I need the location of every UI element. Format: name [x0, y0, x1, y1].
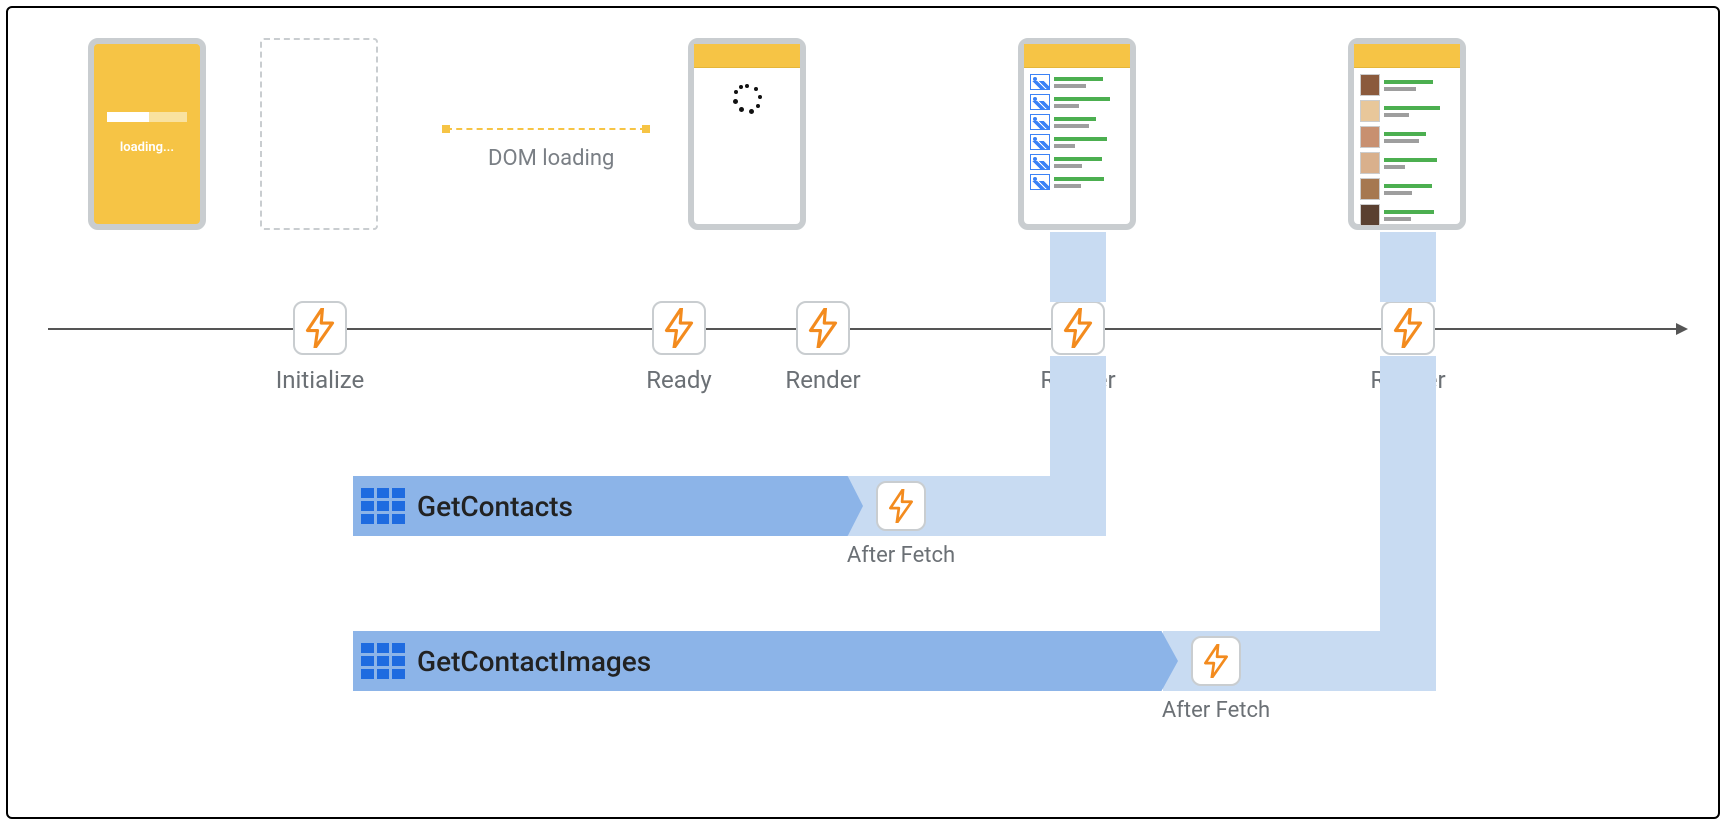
- phone-header: [1024, 44, 1130, 68]
- image-placeholder-icon: [1030, 114, 1050, 130]
- event-label: Render: [785, 366, 860, 394]
- bolt-icon: [1203, 644, 1229, 678]
- avatar-icon: [1360, 204, 1380, 226]
- phone-header: [694, 44, 800, 68]
- event-label: Initialize: [276, 366, 364, 394]
- event-render: [1381, 301, 1435, 355]
- image-placeholder-icon: [1030, 94, 1050, 110]
- fetch-bar-getcontacts: GetContacts: [353, 476, 863, 536]
- fetch-label: GetContactImages: [417, 645, 651, 678]
- avatar-icon: [1360, 74, 1380, 96]
- loading-label: loading...: [94, 140, 200, 155]
- list-item: [1026, 92, 1128, 112]
- event-after-fetch: [1191, 636, 1241, 686]
- contact-list: [1354, 68, 1460, 232]
- spinner-icon: [732, 84, 762, 114]
- list-item: [1356, 98, 1458, 124]
- list-item: [1356, 124, 1458, 150]
- event-ready: [652, 301, 706, 355]
- fetch-label: GetContacts: [417, 490, 573, 523]
- fetch-bar-getcontactimages: GetContactImages: [353, 631, 1178, 691]
- dom-loading-connector: [446, 128, 646, 130]
- data-grid-icon: [361, 643, 405, 679]
- fetch-flow-arrow: [1050, 356, 1106, 476]
- event-initialize: [293, 301, 347, 355]
- event-render: [1051, 301, 1105, 355]
- diagram-frame: loading... DOM loading: [6, 6, 1720, 819]
- phone-spinner: [688, 38, 806, 230]
- phone-empty-outline: [260, 38, 378, 230]
- after-fetch-label: After Fetch: [847, 543, 955, 568]
- phone-header: [1354, 44, 1460, 68]
- avatar-icon: [1360, 100, 1380, 122]
- progress-bar-fill: [107, 112, 149, 122]
- data-grid-icon: [361, 488, 405, 524]
- render-flow-arrow: [1050, 232, 1106, 302]
- list-item: [1026, 72, 1128, 92]
- contact-list: [1024, 68, 1130, 196]
- image-placeholder-icon: [1030, 174, 1050, 190]
- list-item: [1356, 202, 1458, 228]
- fetch-flow-arrow: [1380, 356, 1436, 631]
- bolt-icon: [1393, 308, 1423, 348]
- avatar-icon: [1360, 126, 1380, 148]
- list-item: [1026, 112, 1128, 132]
- dom-loading-label: DOM loading: [488, 146, 614, 171]
- phone-loading: loading...: [88, 38, 206, 230]
- list-item: [1026, 172, 1128, 192]
- bolt-icon: [888, 489, 914, 523]
- list-item: [1026, 152, 1128, 172]
- bolt-icon: [664, 308, 694, 348]
- event-render: [796, 301, 850, 355]
- render-flow-arrow: [1380, 232, 1436, 302]
- bolt-icon: [305, 308, 335, 348]
- image-placeholder-icon: [1030, 154, 1050, 170]
- event-after-fetch: [876, 481, 926, 531]
- after-fetch-label: After Fetch: [1162, 698, 1270, 723]
- image-placeholder-icon: [1030, 134, 1050, 150]
- avatar-icon: [1360, 152, 1380, 174]
- list-item: [1356, 176, 1458, 202]
- progress-bar: [107, 112, 187, 122]
- bolt-icon: [1063, 308, 1093, 348]
- avatar-icon: [1360, 178, 1380, 200]
- list-item: [1026, 132, 1128, 152]
- image-placeholder-icon: [1030, 74, 1050, 90]
- event-label: Ready: [646, 366, 711, 394]
- list-item: [1356, 72, 1458, 98]
- list-item: [1356, 150, 1458, 176]
- phone-contacts-placeholder: [1018, 38, 1136, 230]
- phone-contacts-loaded: [1348, 38, 1466, 230]
- bolt-icon: [808, 308, 838, 348]
